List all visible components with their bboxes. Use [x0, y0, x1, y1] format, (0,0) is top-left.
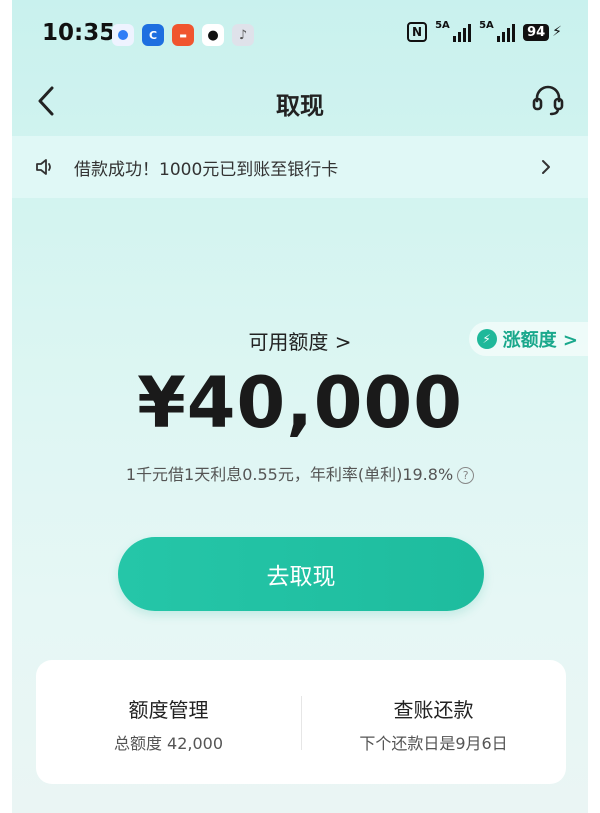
quota-actions-card: 额度管理 总额度 42,000 查账还款 下个还款日是9月6日	[36, 660, 566, 784]
rate-text: 1千元借1天利息0.55元，年利率(单利)19.8%	[125, 465, 454, 484]
page-title: 取现	[276, 92, 324, 120]
bill-repayment-button[interactable]: 查账还款 下个还款日是9月6日	[301, 660, 566, 784]
lightning-icon: ⚡	[476, 329, 497, 349]
status-right: N 5A 5A 94 ⚡	[407, 20, 562, 42]
status-bar: 10:35 C ▬ ● ♪ N 5A 5A 94 ⚡	[12, 0, 588, 66]
battery-icon: 94 ⚡	[523, 23, 562, 41]
red-app-icon: ▬	[172, 24, 194, 46]
app-screen: 10:35 C ▬ ● ♪ N 5A 5A 94 ⚡ 取现 借款成功！1000元…	[12, 0, 588, 813]
speaker-icon	[36, 159, 51, 175]
customer-service-icon[interactable]	[530, 82, 566, 118]
qq-penguin-icon: ●	[202, 24, 224, 46]
raise-quota-label: 涨额度 >	[502, 330, 578, 351]
nav-bar: 取现	[12, 66, 588, 136]
quota-management-title: 额度管理	[128, 698, 209, 722]
status-app-icons: C ▬ ● ♪	[112, 24, 254, 46]
quota-management-button[interactable]: 额度管理 总额度 42,000	[36, 660, 301, 784]
nfc-icon: N	[407, 22, 428, 42]
total-quota-text: 总额度 42,000	[113, 734, 224, 753]
chevron-right-icon	[542, 160, 550, 174]
c-app-icon: C	[142, 24, 164, 46]
signal-icon: 5A	[435, 20, 472, 42]
available-amount: ¥40,000	[137, 362, 463, 444]
bill-repayment-title: 查账还款	[393, 698, 474, 722]
charging-icon: ⚡	[552, 24, 562, 40]
raise-quota-button[interactable]: ⚡ 涨额度 >	[468, 322, 588, 356]
tiktok-icon: ♪	[232, 24, 254, 46]
notice-bar[interactable]: 借款成功！1000元已到账至银行卡	[12, 136, 588, 198]
help-icon[interactable]: ?	[457, 467, 475, 484]
blue-dot-icon	[112, 24, 134, 46]
withdraw-button[interactable]: 去取现	[118, 537, 484, 611]
battery-level: 94	[523, 23, 550, 41]
interest-rate-info: 1千元借1天利息0.55元，年利率(单利)19.8%?	[12, 461, 588, 485]
status-time: 10:35	[42, 20, 116, 46]
next-repayment-text: 下个还款日是9月6日	[359, 734, 508, 753]
notice-text: 借款成功！1000元已到账至银行卡	[74, 160, 339, 180]
signal-icon-2: 5A	[479, 20, 516, 42]
